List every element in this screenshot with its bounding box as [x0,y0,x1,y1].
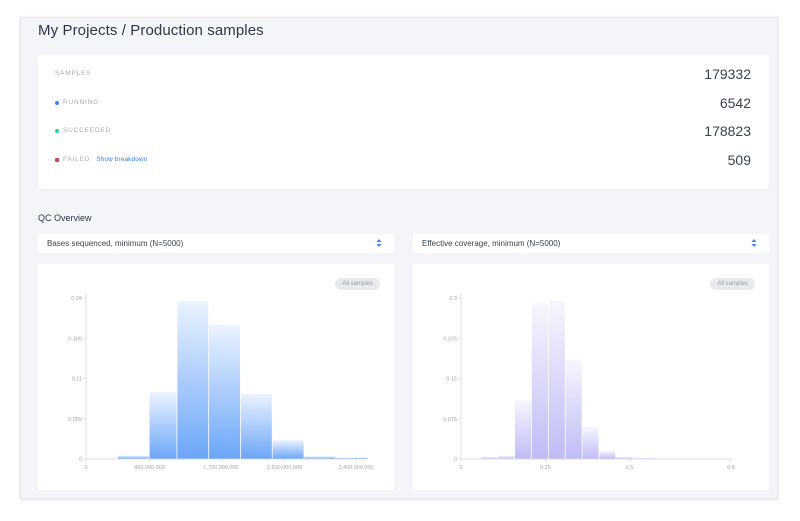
left-histogram: 0 0.055 0.11 0.165 0.24 0 800,000,000 1,700,000… [68,294,374,471]
histogram-bar[interactable] [498,455,515,459]
histogram-bar[interactable] [548,300,565,459]
x-tick-label: 2,500,000,000 [267,465,302,471]
right-metric-select[interactable]: Effective coverage, minimum (N=5000) [413,234,769,253]
stat-row-failed: FAILED Show breakdown 509 [38,152,769,172]
stat-row-succeeded: SUCCEEDED 178823 [38,123,769,143]
left-select-label: Bases sequenced, minimum (N=5000) [47,239,184,248]
y-tick-label: 0.055 [68,417,82,423]
stat-value-samples: 179332 [704,66,751,82]
right-select-label: Effective coverage, minimum (N=5000) [422,239,561,248]
x-tick-label: 0.5 [626,465,634,471]
y-tick-label: 0 [454,457,457,463]
histogram-bar[interactable] [599,450,616,459]
right-histogram-card: All samples 0 0.075 0.15 0.225 0.3 0 0.25 0.5 0.… [413,264,769,490]
stat-value-running: 6542 [719,95,751,111]
stat-value-succeeded: 178823 [704,123,751,139]
stat-label-running: RUNNING [55,99,99,106]
x-tick-label: 3,400,000,000 [338,465,373,471]
histogram-bar[interactable] [582,426,599,459]
histogram-bar[interactable] [117,455,149,459]
y-tick-label: 0.24 [71,296,82,302]
updown-arrows-icon [751,239,757,247]
y-tick-label: 0.11 [72,377,82,383]
running-status-dot [55,100,59,105]
stat-row-running: RUNNING 6542 [38,95,769,115]
y-tick-label: 0.165 [68,336,82,342]
right-histogram: 0 0.075 0.15 0.225 0.3 0 0.25 0.5 0.8 [443,294,735,471]
x-tick-label: 800,000,000 [134,465,165,471]
y-tick-label: 0.15 [446,377,457,383]
page-title: My Projects / Production samples [38,22,264,39]
histogram-bar[interactable] [240,393,272,459]
updown-arrows-icon [376,239,382,247]
qc-overview-heading: QC Overview [38,213,92,223]
y-tick-label: 0.3 [449,296,457,302]
x-tick-label: 0 [84,465,87,471]
show-breakdown-link[interactable]: Show breakdown [96,156,147,163]
x-tick-label: 1,700,000,000 [203,465,238,471]
left-histogram-card: All samples 0 0.055 0.11 0.165 0.24 0 800,000,… [38,264,394,490]
histogram-bar[interactable] [304,456,336,459]
x-tick-label: 0.25 [540,465,551,471]
histogram-bar[interactable] [565,359,582,459]
stat-row-samples: SAMPLES 179332 [38,66,769,86]
x-tick-label: 0.8 [727,465,735,471]
app-window: My Projects / Production samples SAMPLES… [20,17,778,499]
failed-status-dot [55,157,59,162]
stat-label-samples: SAMPLES [55,70,92,77]
y-tick-label: 0.225 [443,336,457,342]
stat-label-failed: FAILED Show breakdown [55,156,147,163]
histogram-bar[interactable] [209,324,241,459]
histogram-bar[interactable] [515,399,532,459]
histogram-bar[interactable] [177,301,209,459]
histogram-bar[interactable] [531,303,548,459]
y-tick-label: 0.075 [443,417,457,423]
left-metric-select[interactable]: Bases sequenced, minimum (N=5000) [38,234,394,253]
y-tick-label: 0 [79,457,82,463]
stats-card: SAMPLES 179332 RUNNING 6542 SUCCEEDED 17… [38,55,769,189]
succeeded-status-dot [55,128,59,133]
stat-label-succeeded: SUCCEEDED [55,127,111,134]
histogram-bar[interactable] [272,440,304,459]
stat-value-failed: 509 [727,152,751,168]
histogram-bar[interactable] [149,391,177,459]
x-tick-label: 0 [459,465,462,471]
